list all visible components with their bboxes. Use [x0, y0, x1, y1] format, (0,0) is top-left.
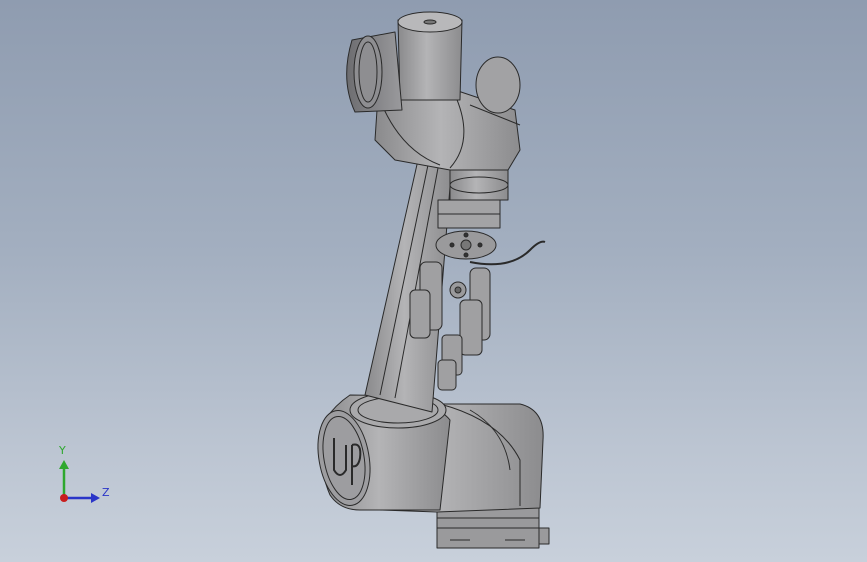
- base-plate: [436, 507, 550, 549]
- view-orientation-triad: Y Z: [48, 440, 118, 510]
- z-axis-label: Z: [102, 486, 110, 499]
- cad-viewport[interactable]: Y Z: [0, 0, 867, 562]
- robot-arm-model[interactable]: [0, 0, 867, 562]
- y-axis-label: Y: [59, 444, 66, 457]
